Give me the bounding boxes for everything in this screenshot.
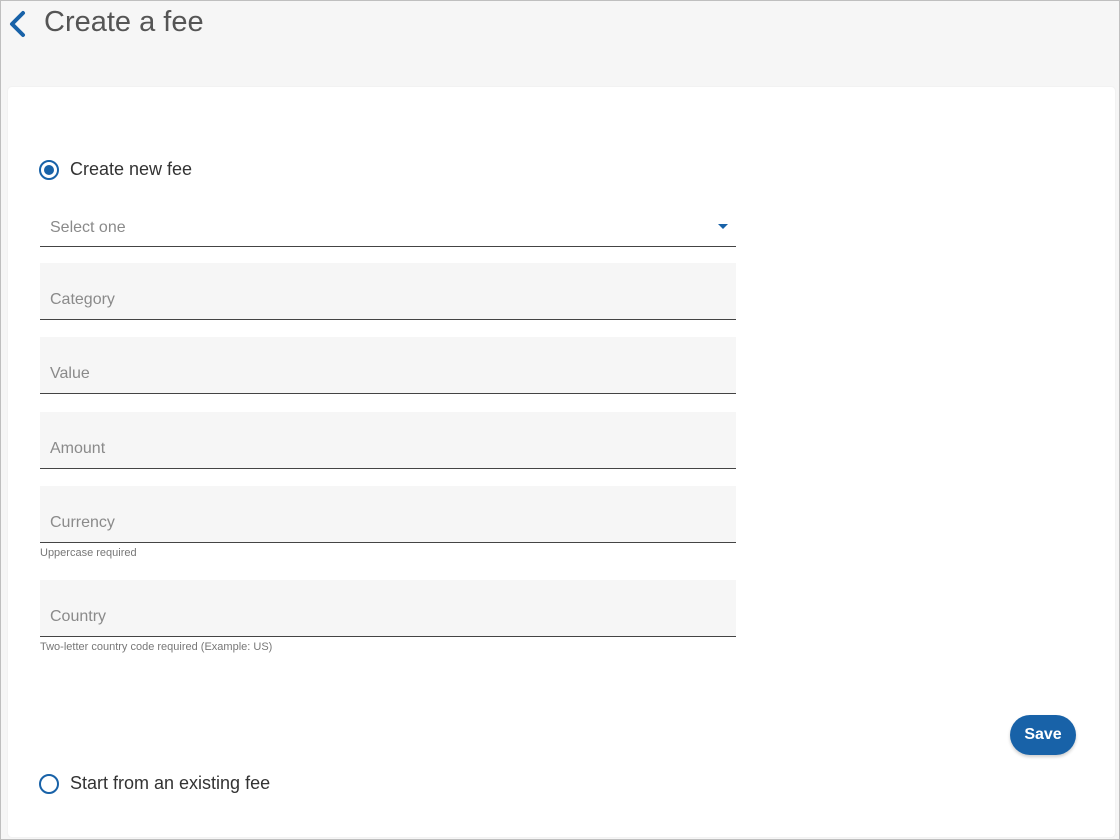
create-new-fee-radio[interactable] (39, 159, 59, 180)
category-input[interactable] (40, 263, 736, 319)
fee-type-select-placeholder: Select one (50, 219, 126, 236)
page: Create a fee Create new fee Select one U… (0, 0, 1120, 840)
currency-input[interactable] (40, 486, 736, 542)
amount-field (40, 412, 736, 469)
currency-field (40, 486, 736, 543)
chevron-left-icon (10, 11, 25, 37)
value-input[interactable] (40, 337, 736, 393)
page-header: Create a fee (1, 1, 1119, 51)
create-new-fee-option[interactable]: Create new fee (39, 159, 192, 180)
existing-fee-radio[interactable] (39, 773, 59, 794)
form-card: Create new fee Select one Uppercase requ… (8, 87, 1115, 837)
country-hint: Two-letter country code required (Exampl… (40, 641, 273, 653)
page-title: Create a fee (44, 6, 204, 38)
existing-fee-option[interactable]: Start from an existing fee (39, 773, 270, 794)
existing-fee-label: Start from an existing fee (70, 773, 271, 793)
category-field (40, 263, 736, 320)
country-field (40, 580, 736, 637)
country-input[interactable] (40, 580, 736, 636)
amount-input[interactable] (40, 412, 736, 468)
value-field (40, 337, 736, 394)
save-button[interactable]: Save (1010, 715, 1076, 755)
radio-selected-dot (44, 164, 54, 175)
fee-type-select[interactable]: Select one (40, 203, 736, 247)
back-button[interactable] (5, 9, 31, 39)
currency-hint: Uppercase required (40, 547, 137, 559)
create-new-fee-label: Create new fee (70, 159, 193, 179)
caret-down-icon (718, 224, 728, 229)
